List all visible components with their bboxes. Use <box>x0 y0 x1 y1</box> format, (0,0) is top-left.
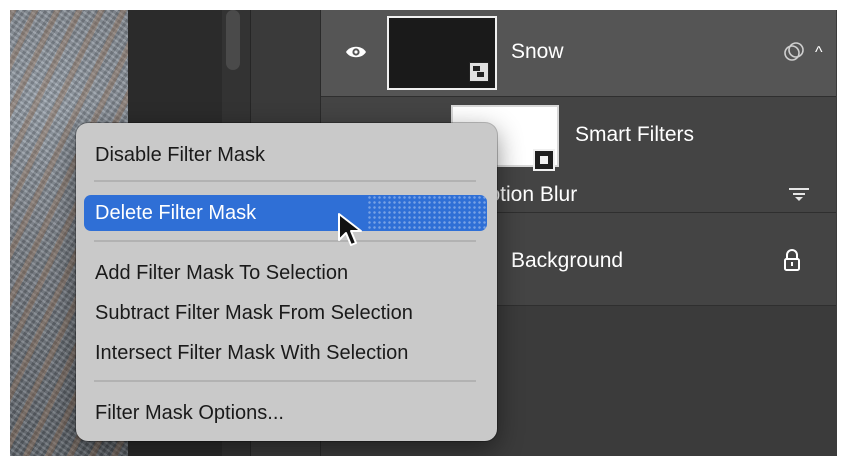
filter-mask-icon <box>533 149 555 171</box>
chevron-up-icon[interactable]: ^ <box>815 44 823 62</box>
layer-thumbnail[interactable] <box>387 16 497 90</box>
layer-row-snow[interactable]: Snow ^ <box>321 10 836 96</box>
smart-filters-label[interactable]: Smart Filters <box>575 123 694 147</box>
cursor-icon <box>338 213 362 246</box>
menu-separator <box>94 180 476 182</box>
layer-name[interactable]: Background <box>511 249 623 273</box>
fx-icon[interactable] <box>783 41 805 63</box>
menu-item-intersect-filter-mask-with-selection[interactable]: Intersect Filter Mask With Selection <box>84 335 487 371</box>
menu-separator <box>94 240 476 242</box>
menu-item-disable-filter-mask[interactable]: Disable Filter Mask <box>84 137 487 173</box>
menu-item-add-filter-mask-to-selection[interactable]: Add Filter Mask To Selection <box>84 255 487 291</box>
scrollbar-thumb[interactable] <box>226 10 240 70</box>
menu-item-filter-mask-options[interactable]: Filter Mask Options... <box>84 395 487 431</box>
smart-object-badge-icon <box>469 62 489 82</box>
eye-icon[interactable] <box>345 44 367 60</box>
lock-icon <box>784 249 800 271</box>
blend-options-icon[interactable] <box>787 185 811 203</box>
menu-separator <box>94 380 476 382</box>
layer-name[interactable]: Snow <box>511 40 564 64</box>
context-menu: Disable Filter Mask Delete Filter Mask A… <box>76 123 497 441</box>
menu-item-delete-filter-mask[interactable]: Delete Filter Mask <box>84 195 487 231</box>
menu-item-subtract-filter-mask-from-selection[interactable]: Subtract Filter Mask From Selection <box>84 295 487 331</box>
